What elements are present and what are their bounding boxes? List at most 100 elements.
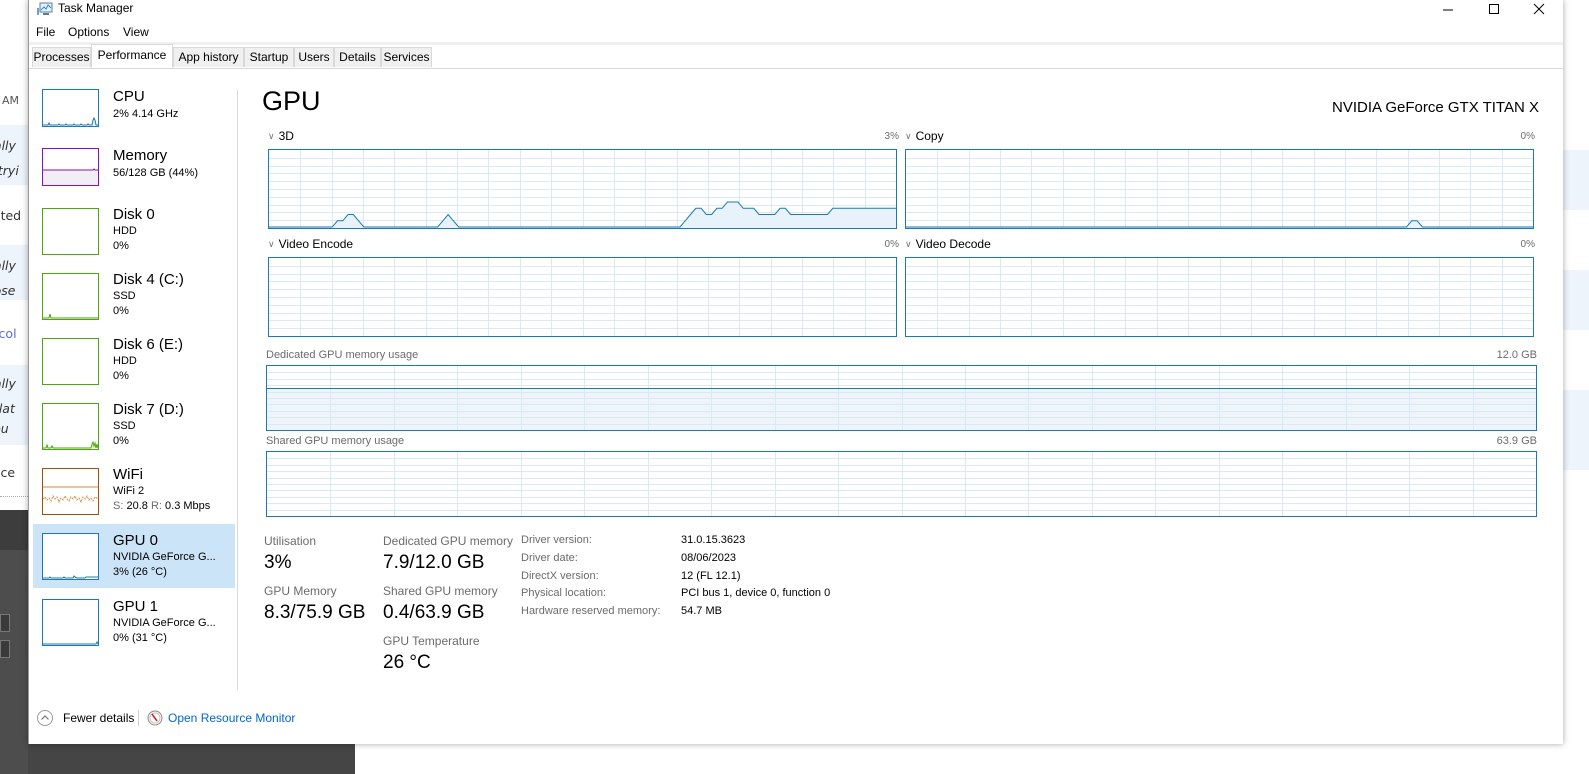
footer-bar: Fewer details Open Resource Monitor <box>29 706 1563 732</box>
chevron-up-icon <box>41 715 49 720</box>
open-resource-monitor-link[interactable]: Open Resource Monitor <box>168 711 295 725</box>
engine-selector-3d[interactable]: ∨ 3D <box>268 129 294 143</box>
engine-label: 3D <box>278 129 294 143</box>
bg-text: ected <box>0 208 22 223</box>
sidebar-item-usage: 0% <box>113 435 129 447</box>
tab-bar: Processes Performance App history Startu… <box>29 44 1563 69</box>
info-value-hardware-reserved: 54.7 MB <box>681 605 722 617</box>
sidebar-item-gpu-1[interactable]: GPU 1 NVIDIA GeForce G... 0% (31 °C) <box>33 590 235 650</box>
tab-app-history[interactable]: App history <box>173 47 244 67</box>
bg-text: cpu <box>0 421 9 436</box>
sidebar-item-type: HDD <box>113 355 137 367</box>
menu-bar: File Options View <box>29 24 1563 42</box>
shared-memory-graph-label: Shared GPU memory usage <box>266 435 405 447</box>
bg-text: relat <box>0 401 15 416</box>
send-value: 20.8 <box>126 500 148 512</box>
graph-video-encode <box>268 257 897 337</box>
sidebar-item-memory[interactable]: Memory 56/128 GB (44%) <box>33 141 235 201</box>
sidebar-item-disk-6[interactable]: Disk 6 (E:) HDD 0% <box>33 330 235 390</box>
engine-selector-copy[interactable]: ∨ Copy <box>905 129 944 143</box>
gpu1-thumbnail-graph <box>42 599 99 646</box>
sidebar-item-disk-4[interactable]: Disk 4 (C:) SSD 0% <box>33 265 235 325</box>
dedicated-memory-value: 7.9/12.0 GB <box>383 552 485 573</box>
graph-copy <box>905 149 1534 229</box>
tab-performance[interactable]: Performance <box>91 44 173 68</box>
fewer-details-button[interactable] <box>37 710 53 726</box>
maximize-icon <box>1489 4 1499 14</box>
disk-thumbnail-graph <box>42 208 99 255</box>
sidebar-item-usage: 0% <box>113 240 129 252</box>
task-manager-app-icon <box>37 2 53 15</box>
sidebar-item-name: CPU <box>113 88 145 105</box>
sidebar-item-throughput: S: 20.8 R: 0.3 Mbps <box>113 500 210 512</box>
sidebar-item-name: Memory <box>113 147 168 164</box>
maximize-button[interactable] <box>1471 0 1517 18</box>
sidebar-item-detail: 56/128 GB (44%) <box>113 167 198 179</box>
fewer-details-link[interactable]: Fewer details <box>63 711 134 725</box>
bg-text: n tryi <box>0 163 19 178</box>
engine-value-copy: 0% <box>1520 131 1535 142</box>
task-manager-window: Task Manager File Options View Processes… <box>28 0 1563 744</box>
cpu-thumbnail-graph <box>42 89 99 127</box>
gpu-device-name: NVIDIA GeForce GTX TITAN X <box>1332 99 1539 116</box>
menu-options[interactable]: Options <box>68 25 109 39</box>
close-icon <box>1533 3 1545 15</box>
bg-text: B col <box>0 326 17 341</box>
graph-shared-memory <box>266 451 1537 517</box>
chevron-down-icon: ∨ <box>905 131 912 141</box>
engine-label: Video Encode <box>278 237 354 251</box>
info-label-directx-version: DirectX version: <box>521 570 599 582</box>
engine-value-video-encode: 0% <box>884 239 899 250</box>
menu-view[interactable]: View <box>123 25 149 39</box>
receive-value: 0.3 Mbps <box>165 500 211 512</box>
engine-selector-video-encode[interactable]: ∨ Video Encode <box>268 237 353 251</box>
sidebar-item-detail: 2% 4.14 GHz <box>113 108 179 120</box>
info-label-driver-version: Driver version: <box>521 534 592 546</box>
graph-dedicated-memory <box>266 365 1537 431</box>
tab-services[interactable]: Services <box>381 47 432 67</box>
title-bar[interactable]: Task Manager <box>29 0 1563 20</box>
sidebar-item-name: GPU 0 <box>113 532 159 549</box>
sidebar-item-gpu-0[interactable]: GPU 0 NVIDIA GeForce G... 3% (26 °C) <box>33 524 235 588</box>
tab-processes[interactable]: Processes <box>32 47 91 67</box>
engine-selector-video-decode[interactable]: ∨ Video Decode <box>905 237 991 251</box>
gpu-memory-label: GPU Memory <box>264 584 337 598</box>
sidebar-item-usage: 0% (31 °C) <box>113 632 167 644</box>
tab-users[interactable]: Users <box>294 47 334 67</box>
chevron-down-icon: ∨ <box>905 239 912 249</box>
sidebar-item-disk-7[interactable]: Disk 7 (D:) SSD 0% <box>33 395 235 455</box>
graph-3d <box>268 149 897 229</box>
info-value-physical-location: PCI bus 1, device 0, function 0 <box>681 587 831 599</box>
tab-details[interactable]: Details <box>334 47 381 67</box>
info-value-directx-version: 12 (FL 12.1) <box>681 570 741 582</box>
shared-memory-max: 63.9 GB <box>1496 435 1537 447</box>
page-title: GPU <box>262 86 321 116</box>
chevron-down-icon: ∨ <box>268 131 275 141</box>
sidebar-divider <box>237 90 238 690</box>
sidebar-item-wifi[interactable]: WiFi WiFi 2 S: 20.8 R: 0.3 Mbps <box>33 460 235 520</box>
background-window <box>1562 0 1589 744</box>
dedicated-memory-graph-label: Dedicated GPU memory usage <box>266 349 419 361</box>
background-dark-panel <box>0 550 30 774</box>
bg-text: oose <box>0 283 16 298</box>
minimize-button[interactable] <box>1425 0 1471 18</box>
tab-startup[interactable]: Startup <box>244 47 294 67</box>
resource-monitor-icon <box>147 710 163 726</box>
sidebar-item-model: NVIDIA GeForce G... <box>113 617 216 629</box>
utilisation-value: 3% <box>264 552 292 573</box>
sidebar-item-type: HDD <box>113 225 137 237</box>
dedicated-memory-label: Dedicated GPU memory <box>383 534 514 548</box>
close-button[interactable] <box>1516 0 1562 18</box>
sidebar-item-adapter: WiFi 2 <box>113 485 145 497</box>
window-title: Task Manager <box>58 1 134 15</box>
background-dark-panel <box>28 744 355 774</box>
sidebar-item-cpu[interactable]: CPU 2% 4.14 GHz <box>33 82 235 142</box>
sidebar-item-name: Disk 7 (D:) <box>113 401 184 418</box>
sidebar-item-name: WiFi <box>113 466 143 483</box>
shared-memory-label: Shared GPU memory <box>383 584 498 598</box>
menu-file[interactable]: File <box>36 25 55 39</box>
engine-value-video-decode: 0% <box>1520 239 1535 250</box>
sidebar-item-model: NVIDIA GeForce G... <box>113 551 216 563</box>
info-label-hardware-reserved: Hardware reserved memory: <box>521 605 661 617</box>
sidebar-item-disk-0[interactable]: Disk 0 HDD 0% <box>33 200 235 260</box>
